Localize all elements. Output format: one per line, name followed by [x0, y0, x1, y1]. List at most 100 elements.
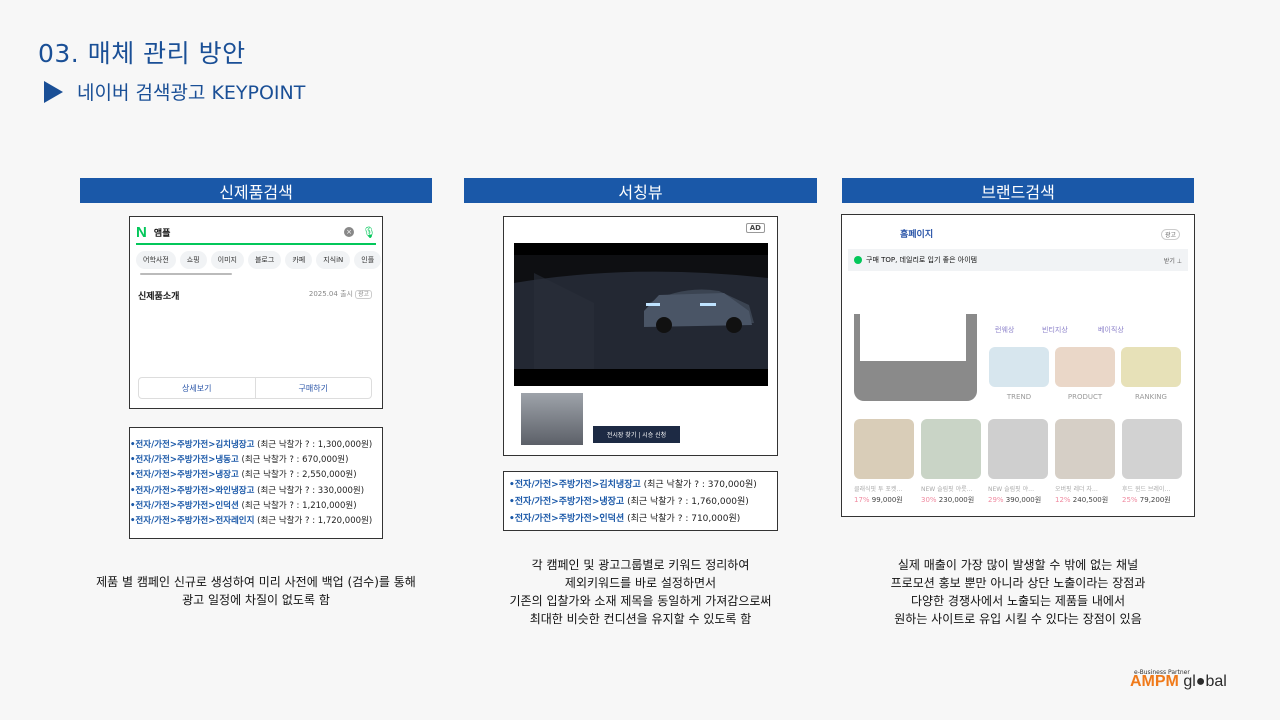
category-image-trend: [989, 347, 1049, 387]
homepage-link: 홈페이지: [900, 230, 934, 240]
description-line: 프로모션 홍보 뿐만 아니라 상단 노출이라는 장점과: [890, 576, 1146, 590]
keyword-path: •전자/가전>주방가전>김치냉장고: [509, 480, 641, 490]
search-tab: 인플: [354, 251, 382, 269]
product-name: 클래식핏 투 포켓…: [854, 486, 903, 493]
keyword-list: •전자/가전>주방가전>김치냉장고 (최근 낙찰가 ? : 370,000원) …: [509, 477, 777, 528]
price-value: 79,200원: [1139, 496, 1171, 504]
keyword-path: •전자/가전>주방가전>냉장고: [130, 470, 239, 481]
category-label: PRODUCT: [1067, 393, 1103, 401]
description-line: 각 캠페인 및 광고그룹별로 키워드 정리하여: [531, 558, 750, 572]
search-tabs: 어학사전 쇼핑 이미지 블로그 카페 지식iN 인플: [136, 251, 382, 269]
download-button: 받기 ⊥: [1163, 257, 1182, 265]
discount-rate: 25%: [1122, 496, 1138, 504]
chat-icon: [854, 256, 862, 264]
keyword-bid: (최근 낙찰가 ? : 1,760,000원): [624, 497, 749, 507]
ad-badge: AD: [745, 223, 765, 233]
product-name: NEW 슬림핏 야릇…: [921, 486, 973, 493]
keyword-bid: (최근 낙찰가 ? : 1,720,000원): [254, 516, 373, 527]
keyword-list-box: •전자/가전>주방가전>김치냉장고 (최근 낙찰가 ? : 370,000원) …: [503, 471, 778, 531]
brand-search-mock: 홈페이지 광고 구매 TOP, 데일리로 입기 좋은 아이템 받기 ⊥ 런웨상 …: [841, 214, 1195, 517]
category-label: RANKING: [1135, 393, 1167, 401]
keyword-bid: (최근 낙찰가 ? : 330,000원): [254, 485, 365, 496]
keyword-row: •전자/가전>주방가전>인덕션 (최근 낙찰가 ? : 710,000원): [509, 511, 777, 528]
product-image: [1055, 419, 1115, 479]
clear-icon: ×: [344, 227, 355, 237]
thumbnail-image: [521, 393, 583, 445]
logo-brand-b: gl●bal: [1183, 673, 1227, 690]
style-tag: 빈티지상: [1042, 326, 1068, 334]
notice-bar: 구매 TOP, 데일리로 입기 좋은 아이템 받기 ⊥: [848, 249, 1188, 271]
description-new-product: 제품 별 캠페인 신규로 생성하여 미리 사전에 백업 (검수)를 통해 광고 …: [80, 573, 432, 609]
keyword-bid: (최근 낙찰가 ? : 1,210,000원): [238, 500, 357, 511]
logo-brand-a: AMPM: [1130, 673, 1179, 690]
discount-rate: 12%: [1055, 496, 1071, 504]
keyword-row: •전자/가전>주방가전>냉동고 (최근 낙찰가 ? : 670,000원): [130, 453, 382, 468]
triangle-bullet-icon: [44, 80, 63, 103]
detail-button: 상세보기: [182, 383, 212, 393]
keyword-row: •전자/가전>주방가전>인덕션 (최근 낙찰가 ? : 1,210,000원): [130, 499, 382, 514]
ad-badge: 광고: [1160, 229, 1180, 240]
action-buttons: 상세보기 구매하기: [138, 377, 372, 399]
search-tab: 블로그: [247, 251, 282, 269]
new-product-search-mock: N 앰플 × 🎙 어학사전 쇼핑 이미지 블로그 카페 지식iN 인플 신제품소…: [129, 216, 383, 409]
buy-button: 구매하기: [254, 378, 372, 398]
description-line: 원하는 사이트로 유입 시킬 수 있다는 장점이 있음: [894, 612, 1142, 626]
product-image: [854, 419, 914, 479]
description-line: 광고 일정에 차질이 없도록 함: [182, 593, 330, 607]
product-name: 오버핏 레더 자…: [1055, 486, 1098, 493]
column-header-brand-search: 브랜드검색: [842, 178, 1194, 203]
description-line: 다양한 경쟁사에서 노출되는 제품들 내에서: [911, 594, 1125, 608]
price-value: 99,000원: [871, 496, 903, 504]
product-name: 후드 윈드 브레이…: [1122, 486, 1171, 493]
keyword-path: •전자/가전>주방가전>인덕션: [509, 514, 625, 524]
style-tag: 런웨상: [995, 326, 1015, 334]
discount-rate: 30%: [921, 496, 937, 504]
keyword-path: •전자/가전>주방가전>김치냉장고: [130, 440, 255, 450]
description-line: 최대한 비슷한 컨디션을 유지할 수 있도록 함: [529, 612, 752, 626]
search-tab: 카페: [285, 251, 313, 269]
subtitle-row: 네이버 검색광고 KEYPOINT: [44, 78, 305, 105]
description-line: 제품 별 캠페인 신규로 생성하여 미리 사전에 백업 (검수)를 통해: [96, 575, 416, 589]
searching-view-mock: AD 전시장 찾기 | 시승 신청: [503, 216, 778, 456]
keyword-row: •전자/가전>주방가전>와인냉장고 (최근 낙찰가 ? : 330,000원): [130, 484, 382, 499]
discount-rate: 17%: [854, 496, 870, 504]
column-header-searching-view: 서칭뷰: [464, 178, 817, 203]
search-tab: 어학사전: [136, 251, 176, 269]
hero-image: [854, 314, 977, 401]
product-price: 30% 230,000원: [921, 495, 985, 505]
product-price: 25% 79,200원: [1122, 495, 1186, 505]
product-price: 29% 390,000원: [988, 495, 1052, 505]
category-image-product: [1055, 347, 1115, 387]
video-ad-image: [514, 243, 768, 386]
product-price: 17% 99,000원: [854, 495, 918, 505]
microphone-icon: 🎙: [362, 225, 376, 239]
company-logo: AMPM gl●bal: [1130, 673, 1227, 691]
keyword-bid: (최근 낙찰가 ? : 710,000원): [624, 514, 741, 524]
car-illustration: [514, 243, 768, 386]
description-line: 실제 매출이 가장 많이 발생할 수 밖에 없는 채널: [897, 558, 1139, 572]
page-title: 03. 매체 관리 방안: [38, 39, 246, 68]
section-title: 신제품소개: [138, 292, 180, 302]
product-image: [1122, 419, 1182, 479]
product-name: NEW 슬림핏 야…: [988, 486, 1035, 493]
keyword-bid: (최근 낙찰가 ? : 1,300,000원): [254, 440, 373, 450]
release-date-text: 2025.04 출시: [308, 290, 353, 298]
price-value: 230,000원: [938, 496, 975, 504]
keyword-path: •전자/가전>주방가전>와인냉장고: [130, 485, 255, 496]
page-subtitle: 네이버 검색광고 KEYPOINT: [77, 82, 306, 104]
cta-button: 전시장 찾기 | 시승 신청: [593, 426, 680, 443]
product-image: [921, 419, 981, 479]
category-image-ranking: [1121, 347, 1181, 387]
price-value: 390,000원: [1005, 496, 1042, 504]
search-query: 앰플: [153, 228, 171, 239]
keyword-path: •전자/가전>주방가전>냉장고: [509, 497, 625, 507]
keyword-row: •전자/가전>주방가전>냉장고 (최근 낙찰가 ? : 1,760,000원): [509, 494, 777, 511]
keyword-bid: (최근 낙찰가 ? : 2,550,000원): [238, 470, 357, 481]
keyword-row: •전자/가전>주방가전>냉장고 (최근 낙찰가 ? : 2,550,000원): [130, 468, 382, 483]
search-tab: 이미지: [210, 251, 244, 269]
product-price: 12% 240,500원: [1055, 495, 1119, 505]
tab-scroll-indicator: [140, 273, 232, 275]
release-date: 2025.04 출시 광고: [309, 289, 372, 299]
keyword-row: •전자/가전>주방가전>전자레인지 (최근 낙찰가 ? : 1,720,000원…: [130, 514, 382, 529]
column-header-new-product: 신제품검색: [80, 178, 432, 203]
